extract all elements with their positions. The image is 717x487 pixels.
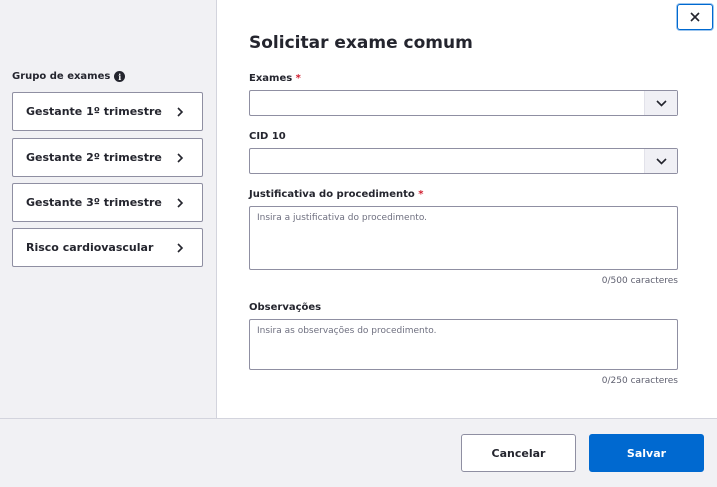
- chevron-down-icon: [655, 157, 667, 165]
- chevron-down-icon: [655, 99, 667, 107]
- save-button[interactable]: Salvar: [589, 434, 704, 472]
- cid10-label: CID 10: [249, 131, 286, 142]
- request-exam-dialog: Grupo de exames i Gestante 1º trimestre …: [0, 0, 717, 487]
- observacoes-label: Observações: [249, 302, 321, 313]
- cancel-button[interactable]: Cancelar: [461, 434, 576, 472]
- chevron-right-icon: [177, 106, 184, 117]
- cid10-label-text: CID 10: [249, 131, 286, 142]
- exam-group-title: Grupo de exames: [12, 71, 111, 82]
- group-item-label: Gestante 1º trimestre: [26, 105, 162, 118]
- chevron-right-icon: [177, 197, 184, 208]
- justificativa-placeholder: Insira a justificativa do procedimento.: [257, 213, 428, 223]
- observacoes-textarea[interactable]: Insira as observações do procedimento.: [249, 319, 678, 370]
- group-item-label: Gestante 2º trimestre: [26, 151, 162, 164]
- close-button[interactable]: [677, 4, 713, 30]
- cid10-dropdown-toggle[interactable]: [644, 149, 677, 173]
- observacoes-char-counter: 0/250 caracteres: [601, 376, 678, 386]
- required-mark: *: [295, 73, 301, 84]
- required-mark: *: [418, 189, 424, 200]
- observacoes-placeholder: Insira as observações do procedimento.: [257, 326, 437, 336]
- justificativa-char-counter: 0/500 caracteres: [601, 276, 678, 286]
- group-item-risco-cardiovascular[interactable]: Risco cardiovascular: [12, 228, 203, 267]
- exames-dropdown-toggle[interactable]: [644, 91, 677, 115]
- dialog-title: Solicitar exame comum: [249, 33, 473, 53]
- cid10-select[interactable]: [249, 148, 678, 174]
- justificativa-textarea[interactable]: Insira a justificativa do procedimento.: [249, 206, 678, 270]
- close-icon: [690, 12, 700, 22]
- group-item-label: Gestante 3º trimestre: [26, 196, 162, 209]
- group-item-gestante-3[interactable]: Gestante 3º trimestre: [12, 183, 203, 222]
- group-item-gestante-2[interactable]: Gestante 2º trimestre: [12, 138, 203, 177]
- group-item-gestante-1[interactable]: Gestante 1º trimestre: [12, 92, 203, 131]
- chevron-right-icon: [177, 242, 184, 253]
- group-item-label: Risco cardiovascular: [26, 241, 154, 254]
- exames-select[interactable]: [249, 90, 678, 116]
- info-icon[interactable]: i: [114, 71, 126, 82]
- exames-label-text: Exames: [249, 73, 293, 84]
- observacoes-label-text: Observações: [249, 302, 322, 313]
- justificativa-label-text: Justificativa do procedimento: [249, 189, 415, 200]
- exames-label: Exames *: [249, 73, 301, 84]
- exam-group-panel: Grupo de exames i Gestante 1º trimestre …: [0, 0, 217, 418]
- dialog-footer: Cancelar Salvar: [0, 418, 717, 487]
- exam-group-heading: Grupo de exames i: [12, 71, 126, 82]
- justificativa-label: Justificativa do procedimento *: [249, 189, 424, 200]
- chevron-right-icon: [177, 152, 184, 163]
